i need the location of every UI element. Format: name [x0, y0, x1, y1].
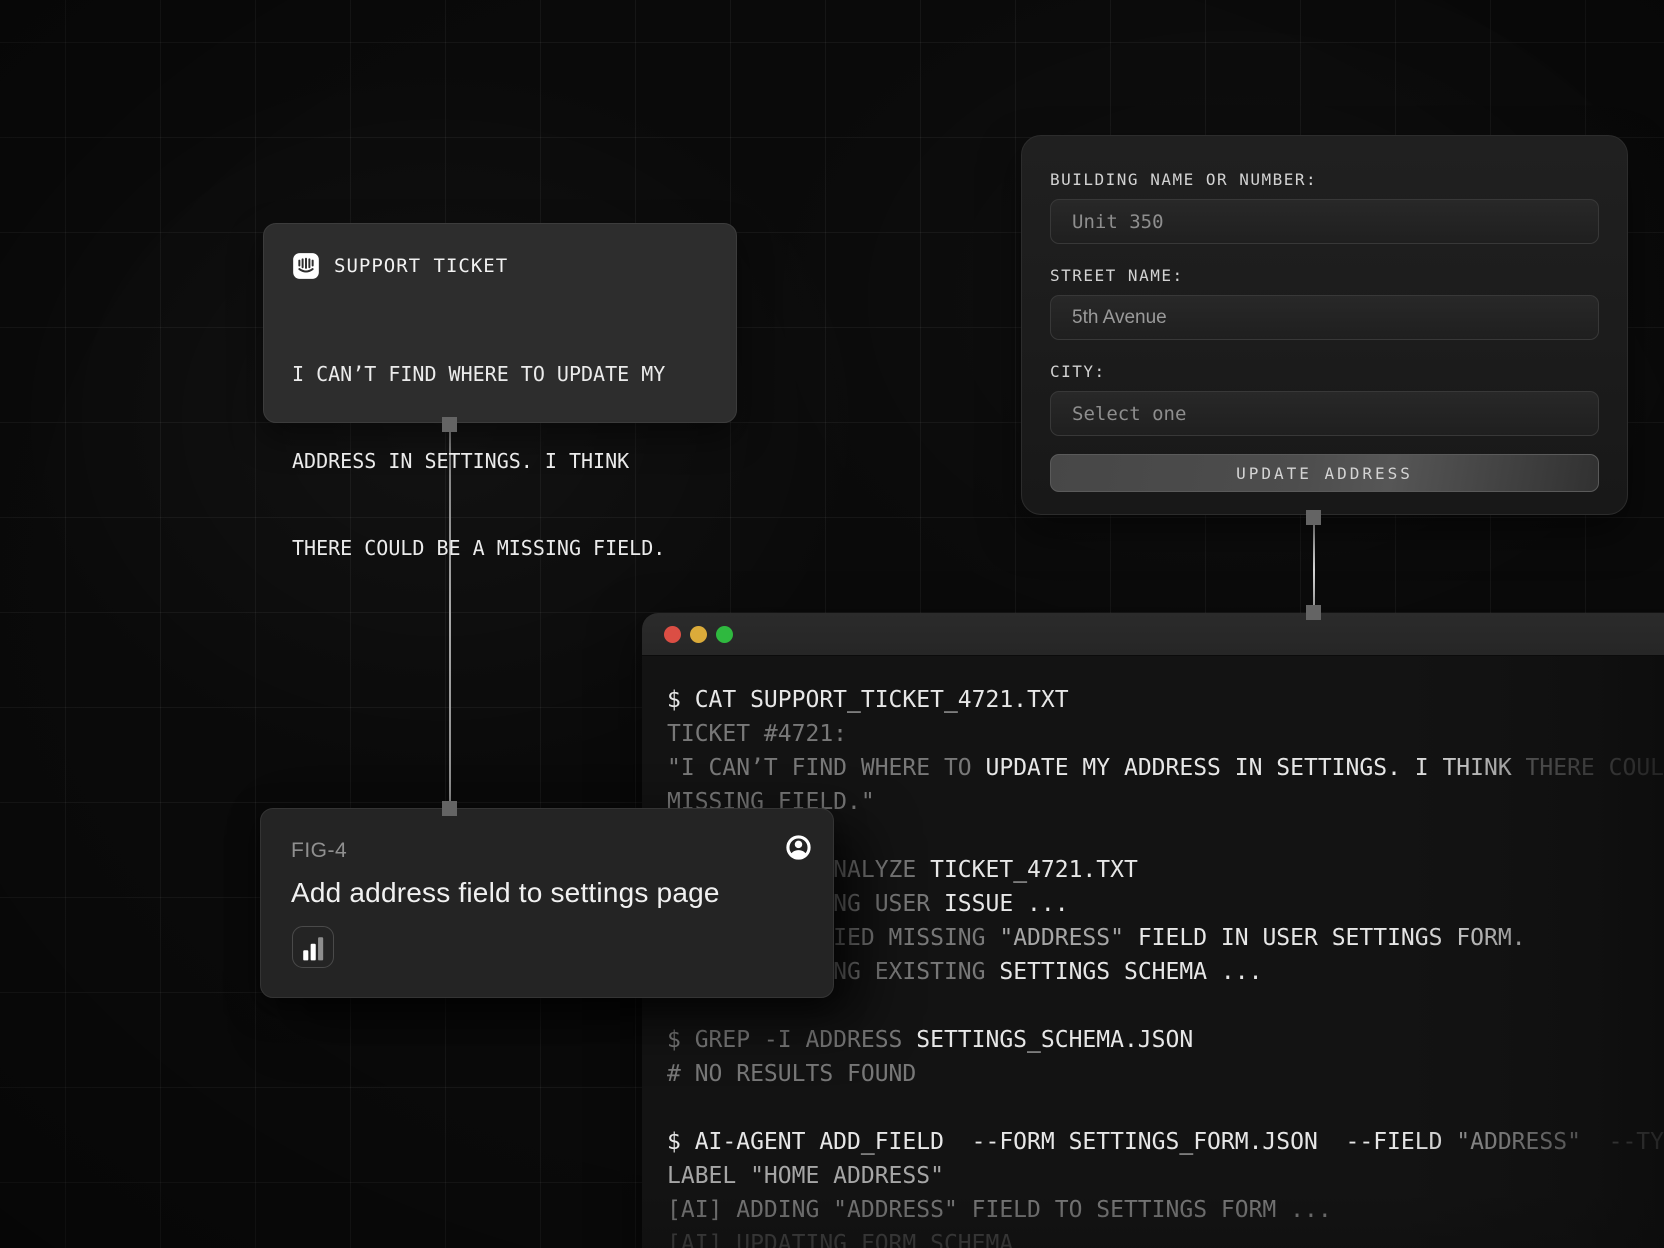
support-ticket-title: SUPPORT TICKET — [334, 255, 509, 277]
terminal-text-segment: $ GREP -I ADDRESS — [667, 1027, 917, 1053]
terminal-line: [AI] UPDATING FORM SCHEMA — [667, 1227, 1664, 1248]
terminal-line: TICKET #4721: — [667, 717, 1664, 751]
terminal-line: $ AI-AGENT ADD_FIELD --FORM SETTINGS_FOR… — [667, 1125, 1664, 1159]
support-ticket-body: I CAN’T FIND WHERE TO UPDATE MY ADDRESS … — [292, 302, 708, 621]
terminal-line: $ GREP -I ADDRESS SETTINGS_SCHEMA.JSON — [667, 1023, 1664, 1057]
city-select-value: Select one — [1072, 402, 1187, 425]
terminal-text-segment: [AI] UPDATING FORM SCHEMA — [667, 1231, 1014, 1248]
support-ticket-card[interactable]: SUPPORT TICKET I CAN’T FIND WHERE TO UPD… — [263, 223, 737, 560]
close-traffic-light-icon[interactable] — [664, 625, 681, 643]
issue-card[interactable]: FIG-4 Add address field to settings page — [260, 808, 834, 998]
connector-handle-issue-top[interactable] — [442, 801, 457, 816]
connector-line-form-to-terminal — [1313, 517, 1315, 613]
city-label: CITY: — [1050, 362, 1106, 381]
bar-chart-icon — [292, 926, 334, 968]
bar-chart-glyph — [303, 937, 324, 961]
connector-handle-terminal-top[interactable] — [1306, 605, 1321, 620]
terminal-text-segment: NG EXISTING — [833, 959, 1000, 985]
support-body-line: ADDRESS IN SETTINGS. I THINK — [292, 449, 630, 473]
terminal-text-segment: --TYPE — [1608, 1129, 1664, 1155]
minimize-traffic-light-icon[interactable] — [690, 625, 707, 643]
support-body-line: THERE COULD BE A MISSING FIELD. — [292, 536, 666, 560]
terminal-text-segment: UPDATE MY ADDRESS IN SETTINGS. I THINK — [985, 755, 1526, 781]
terminal-text-segment: $ CAT SUPPORT_TICKET_4721.TXT — [667, 687, 1069, 713]
support-body-line: I CAN’T FIND WHERE TO UPDATE MY — [292, 362, 666, 386]
terminal-text-segment: "I CAN’T FIND WHERE TO — [667, 755, 986, 781]
terminal-titlebar — [642, 613, 1664, 656]
terminal-text-segment: NALYZE — [833, 857, 931, 883]
connector-handle-support-bottom[interactable] — [442, 417, 457, 432]
zoom-traffic-light-icon[interactable] — [716, 625, 733, 643]
terminal-text-segment: FIELD IN USER SETTINGS FORM. — [1137, 925, 1526, 951]
update-address-button[interactable]: UPDATE ADDRESS — [1050, 454, 1599, 492]
terminal-line: LABEL "HOME ADDRESS" — [667, 1159, 1664, 1193]
street-name-input[interactable]: 5th Avenue — [1050, 295, 1599, 340]
assignee-avatar-icon — [786, 835, 811, 860]
terminal-line: # NO RESULTS FOUND — [667, 1057, 1664, 1091]
address-form-card[interactable]: BUILDING NAME OR NUMBER: Unit 350 STREET… — [1021, 135, 1628, 515]
connector-handle-form-bottom[interactable] — [1306, 510, 1321, 525]
terminal-text-segment: ISSUE ... — [943, 891, 1069, 917]
terminal-text-segment: SETTINGS SCHEMA ... — [999, 959, 1263, 985]
terminal-line: [AI] ADDING "ADDRESS" FIELD TO SETTINGS … — [667, 1193, 1664, 1227]
support-ticket-header: SUPPORT TICKET — [292, 252, 708, 280]
terminal-text-segment: LABEL "HOME ADDRESS" — [667, 1163, 944, 1189]
street-name-value: 5th Avenue — [1072, 306, 1167, 328]
terminal-text-segment: NG USER — [833, 891, 944, 917]
intercom-logo-icon — [293, 253, 319, 279]
terminal-line: $ CAT SUPPORT_TICKET_4721.TXT — [667, 683, 1664, 717]
terminal-text-segment: # NO RESULTS FOUND — [667, 1061, 917, 1087]
terminal-text-segment: THERE COULD — [1525, 755, 1664, 781]
terminal-text-segment: $ AI-AGENT ADD_FIELD --FORM SETTINGS_FOR… — [667, 1129, 1457, 1155]
terminal-text-segment: "ADDRESS" — [999, 925, 1138, 951]
issue-title: Add address field to settings page — [291, 877, 720, 908]
city-select[interactable]: Select one — [1050, 391, 1599, 436]
terminal-text-segment: [AI] ADDING "ADDRESS" FIELD TO SETTINGS … — [667, 1197, 1332, 1223]
terminal-text-segment: SETTINGS_SCHEMA.JSON — [916, 1027, 1194, 1053]
street-name-label: STREET NAME: — [1050, 266, 1184, 285]
building-name-input[interactable]: Unit 350 — [1050, 199, 1599, 244]
terminal-text-segment: TICKET #4721: — [667, 721, 848, 747]
terminal-text-segment: IED MISSING — [833, 925, 1000, 951]
terminal-line: "I CAN’T FIND WHERE TO UPDATE MY ADDRESS… — [667, 751, 1664, 785]
building-name-label: BUILDING NAME OR NUMBER: — [1050, 170, 1318, 189]
terminal-text-segment: TICKET_4721.TXT — [930, 857, 1138, 883]
building-name-value: Unit 350 — [1072, 210, 1164, 233]
terminal-text-segment: "ADDRESS" — [1456, 1129, 1581, 1155]
issue-id: FIG-4 — [291, 839, 348, 862]
